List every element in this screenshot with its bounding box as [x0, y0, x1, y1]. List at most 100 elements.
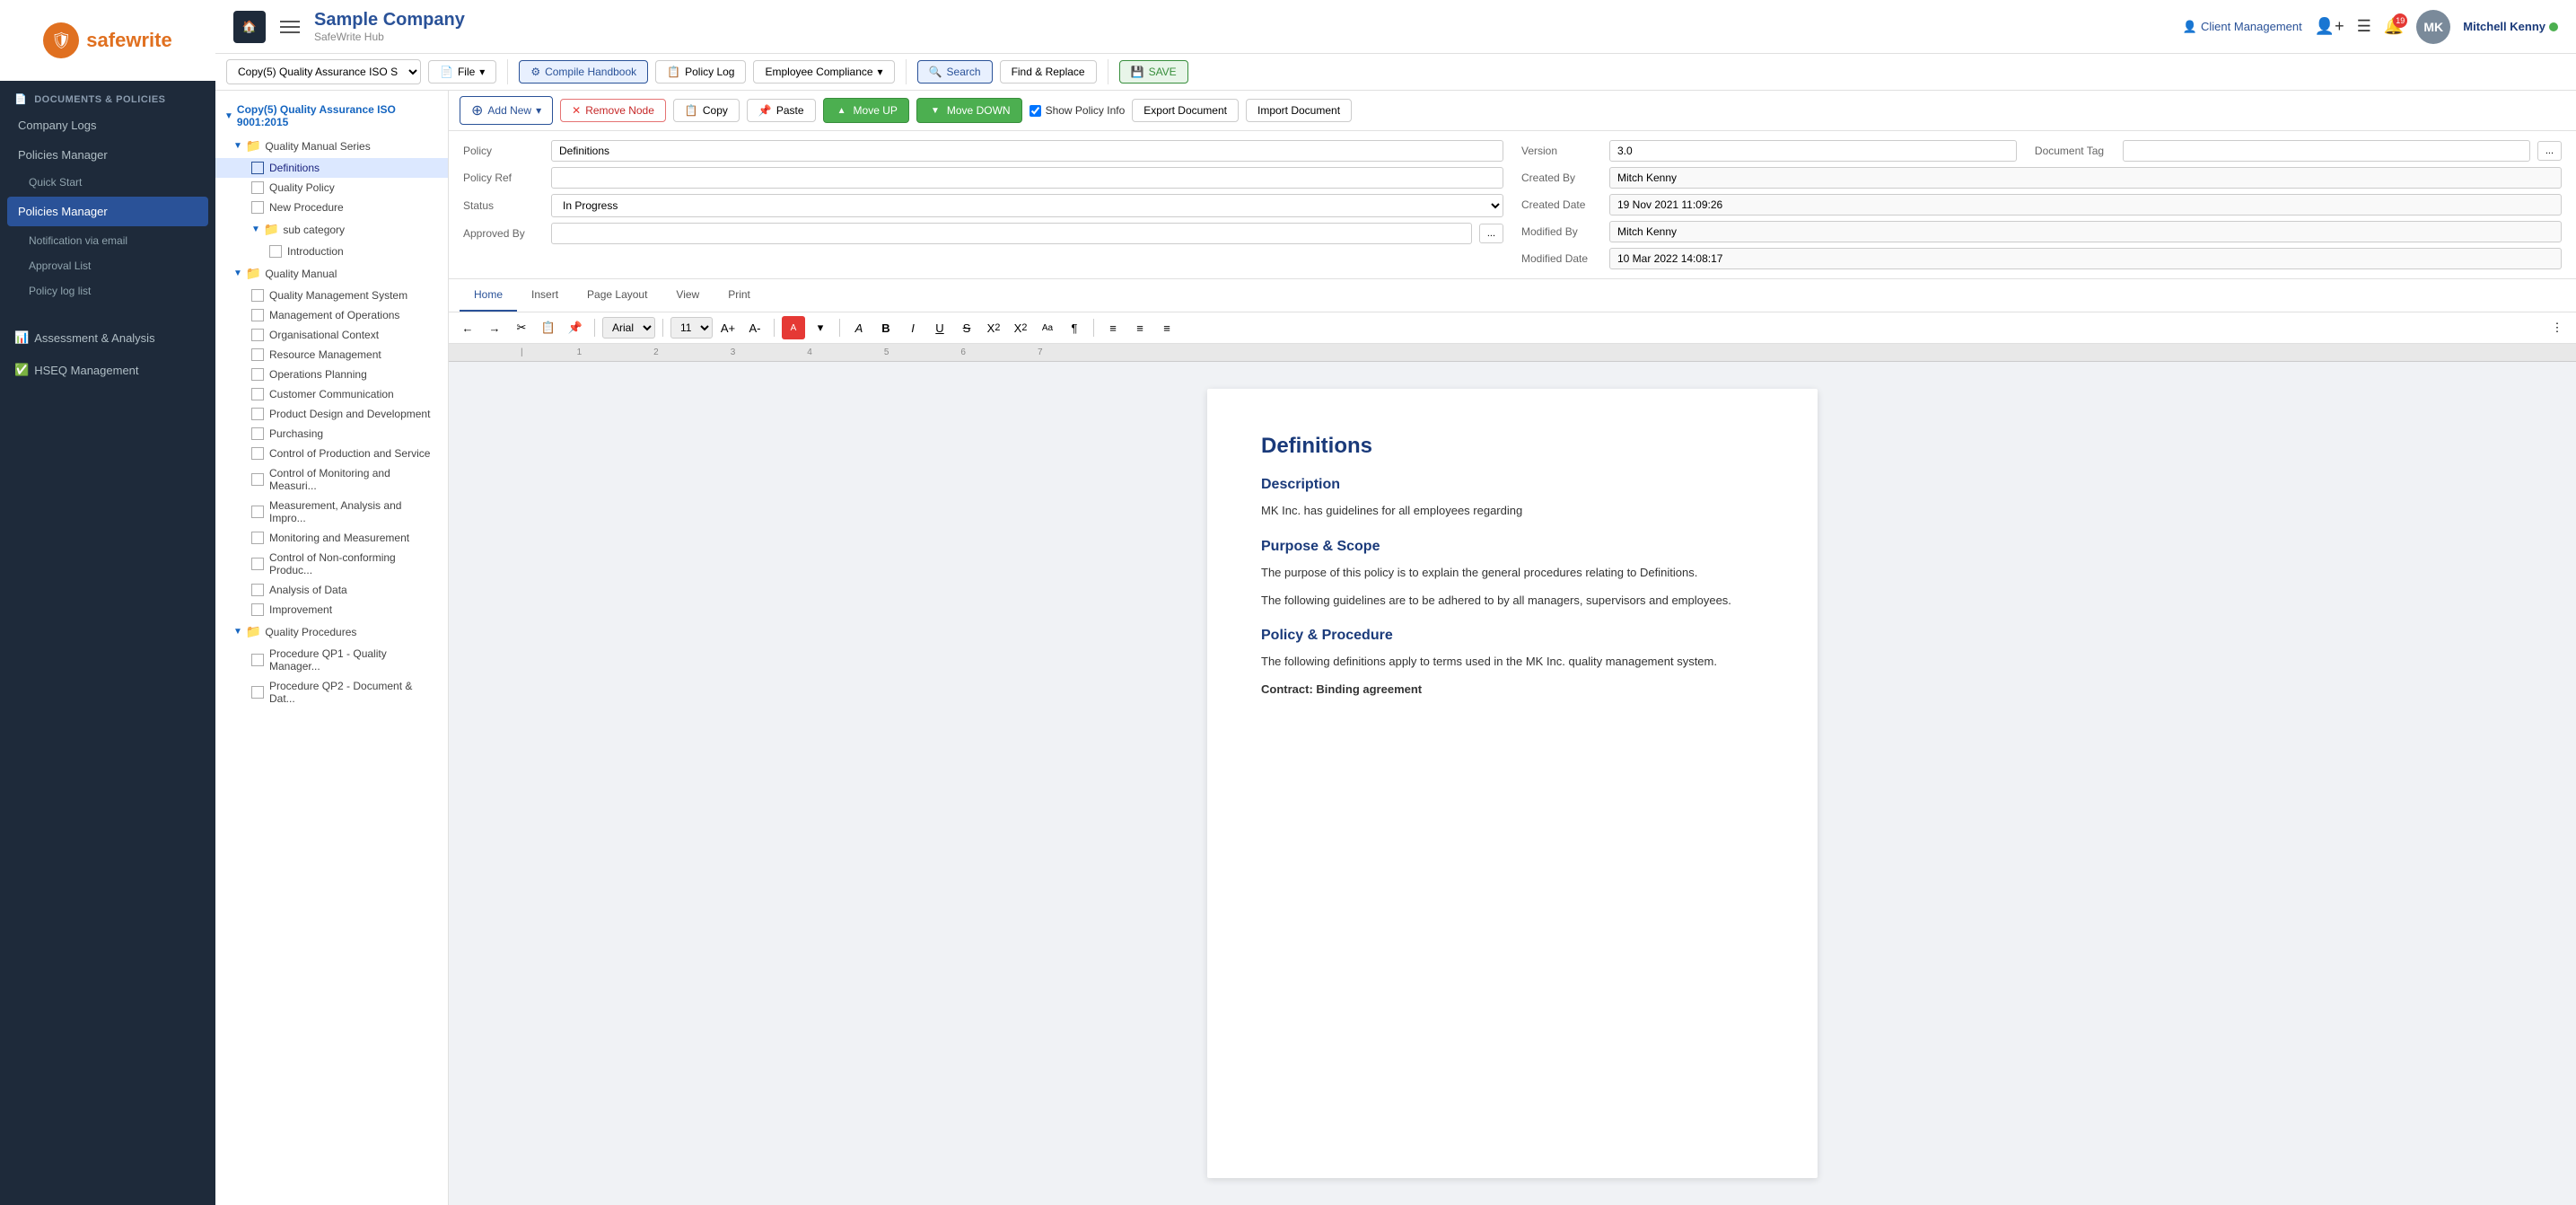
tree-item-qp2[interactable]: Procedure QP2 - Document & Dat...: [215, 676, 448, 708]
approved-by-input[interactable]: [551, 223, 1472, 244]
tree-checkbox[interactable]: [251, 427, 264, 440]
sidebar-item-policies-manager-sub[interactable]: Policies Manager: [7, 197, 208, 226]
tree-checkbox[interactable]: [251, 506, 264, 518]
sidebar-item-approval[interactable]: Approval List: [0, 253, 215, 278]
handbook-dropdown[interactable]: Copy(5) Quality Assurance ISO S: [226, 59, 421, 84]
font-size-down[interactable]: A-: [743, 316, 767, 339]
policy-ref-input[interactable]: [551, 167, 1503, 189]
tree-folder-quality-manual-series[interactable]: ▼ 📁 Quality Manual Series: [215, 134, 448, 158]
export-document-button[interactable]: Export Document: [1132, 99, 1239, 122]
search-button[interactable]: 🔍 Search: [917, 60, 993, 84]
add-user-icon[interactable]: 👤+: [2315, 17, 2344, 36]
copy-button[interactable]: 📋 Copy: [673, 99, 740, 122]
approved-by-picker[interactable]: ...: [1479, 224, 1503, 243]
document-tag-input[interactable]: [2123, 140, 2530, 162]
italic-button[interactable]: I: [901, 316, 924, 339]
bold-button[interactable]: B: [874, 316, 898, 339]
list-icon[interactable]: ☰: [2357, 17, 2371, 36]
tab-page-layout[interactable]: Page Layout: [573, 279, 662, 312]
tree-checkbox[interactable]: [251, 348, 264, 361]
tab-insert[interactable]: Insert: [517, 279, 573, 312]
sidebar-item-quick-start[interactable]: Quick Start: [0, 170, 215, 195]
font-family-select[interactable]: Arial: [602, 317, 655, 339]
cut-button[interactable]: ✂: [510, 316, 533, 339]
tree-item-control-monitor[interactable]: Control of Monitoring and Measuri...: [215, 463, 448, 496]
tree-checkbox[interactable]: [251, 473, 264, 486]
tree-item-improvement[interactable]: Improvement: [215, 600, 448, 620]
special-char-button[interactable]: ¶: [1063, 316, 1086, 339]
tree-checkbox[interactable]: [251, 603, 264, 616]
subscript-button[interactable]: X2: [982, 316, 1005, 339]
tree-checkbox[interactable]: [251, 654, 264, 666]
sidebar-item-policy-log[interactable]: Policy log list: [0, 278, 215, 303]
more-options-button[interactable]: ⋮: [2545, 316, 2569, 339]
paste-button[interactable]: 📌 Paste: [747, 99, 816, 122]
file-button[interactable]: 📄 File ▾: [428, 60, 496, 84]
bullet-list-button[interactable]: ≡: [1101, 316, 1125, 339]
document-content-area[interactable]: Definitions Description MK Inc. has guid…: [449, 362, 2576, 1205]
compile-handbook-button[interactable]: ⚙ Compile Handbook: [519, 60, 648, 84]
tree-folder-quality-procedures[interactable]: ▼ 📁 Quality Procedures: [215, 620, 448, 644]
tree-item-measurement[interactable]: Measurement, Analysis and Impro...: [215, 496, 448, 528]
tree-item-control-prod[interactable]: Control of Production and Service: [215, 444, 448, 463]
tree-item-org-context[interactable]: Organisational Context: [215, 325, 448, 345]
notification-bell[interactable]: 🔔 19: [2384, 17, 2404, 36]
tree-checkbox[interactable]: [251, 388, 264, 400]
tree-checkbox[interactable]: [251, 289, 264, 302]
sidebar-item-hseq[interactable]: ✅ HSEQ Management: [0, 354, 215, 386]
font-color-picker[interactable]: A: [782, 316, 805, 339]
tree-folder-sub-category[interactable]: ▼ 📁 sub category: [215, 217, 448, 242]
tree-item-management-ops[interactable]: Management of Operations: [215, 305, 448, 325]
tab-print[interactable]: Print: [714, 279, 765, 312]
sidebar-item-company-logs[interactable]: Company Logs: [0, 110, 215, 140]
version-input[interactable]: [1609, 140, 2017, 162]
tree-checkbox[interactable]: [251, 532, 264, 544]
hamburger-menu[interactable]: [280, 21, 300, 33]
font-size-up[interactable]: A+: [716, 316, 740, 339]
tree-checkbox[interactable]: [251, 368, 264, 381]
tree-checkbox[interactable]: [251, 181, 264, 194]
employee-compliance-button[interactable]: Employee Compliance ▾: [753, 60, 894, 84]
tree-checkbox[interactable]: [251, 447, 264, 460]
superscript-button[interactable]: X2: [1009, 316, 1032, 339]
move-down-button[interactable]: ▼ Move DOWN: [916, 98, 1022, 123]
tree-item-purchasing[interactable]: Purchasing: [215, 424, 448, 444]
strikethrough-button[interactable]: S: [955, 316, 978, 339]
tree-item-definitions[interactable]: Definitions: [215, 158, 448, 178]
import-document-button[interactable]: Import Document: [1246, 99, 1352, 122]
clear-format-button[interactable]: A: [847, 316, 871, 339]
tree-checkbox[interactable]: [251, 329, 264, 341]
tree-checkbox[interactable]: [251, 408, 264, 420]
font-size-select[interactable]: 11: [670, 317, 713, 339]
copy-format-button[interactable]: 📋: [537, 316, 560, 339]
policy-input[interactable]: [551, 140, 1503, 162]
doc-tag-picker[interactable]: ...: [2537, 141, 2562, 161]
show-policy-info-checkbox[interactable]: Show Policy Info: [1030, 104, 1126, 117]
sidebar-item-notification[interactable]: Notification via email: [0, 228, 215, 253]
save-button[interactable]: 💾 SAVE: [1119, 60, 1188, 84]
tree-item-qp1[interactable]: Procedure QP1 - Quality Manager...: [215, 644, 448, 676]
sidebar-item-assessment[interactable]: 📊 Assessment & Analysis: [0, 321, 215, 354]
tree-folder-quality-manual[interactable]: ▼ 📁 Quality Manual: [215, 261, 448, 286]
undo-button[interactable]: ←: [456, 316, 479, 339]
policy-log-button[interactable]: 📋 Policy Log: [655, 60, 746, 84]
tree-item-resource-mgmt[interactable]: Resource Management: [215, 345, 448, 365]
tree-checkbox[interactable]: [251, 686, 264, 699]
add-new-button[interactable]: ⊕ Add New ▾: [460, 96, 553, 125]
tree-item-ops-planning[interactable]: Operations Planning: [215, 365, 448, 384]
tree-item-introduction[interactable]: Introduction: [215, 242, 448, 261]
aa-button[interactable]: Aa: [1036, 316, 1059, 339]
tree-item-quality-policy[interactable]: Quality Policy: [215, 178, 448, 198]
user-avatar[interactable]: MK: [2416, 10, 2450, 44]
home-button[interactable]: 🏠: [233, 11, 266, 43]
tree-checkbox[interactable]: [251, 558, 264, 570]
tree-item-control-nonconf[interactable]: Control of Non-conforming Produc...: [215, 548, 448, 580]
tree-checkbox[interactable]: [269, 245, 282, 258]
tree-item-analysis[interactable]: Analysis of Data: [215, 580, 448, 600]
document-page[interactable]: Definitions Description MK Inc. has guid…: [1207, 389, 1818, 1178]
find-replace-button[interactable]: Find & Replace: [1000, 60, 1097, 84]
tree-checkbox[interactable]: [251, 162, 264, 174]
tree-item-qms[interactable]: Quality Management System: [215, 286, 448, 305]
color-chevron[interactable]: ▾: [809, 316, 832, 339]
paste-format-button[interactable]: 📌: [564, 316, 587, 339]
